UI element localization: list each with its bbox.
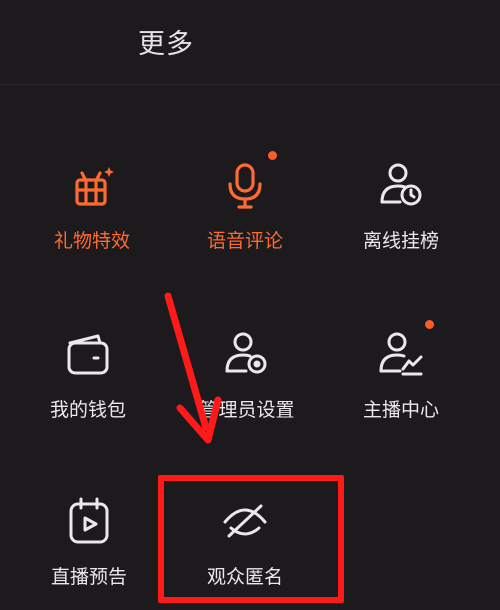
voice-comment-button[interactable]: 语音评论: [170, 151, 320, 278]
user-clock-icon: [373, 158, 429, 214]
user-chart-icon: [373, 327, 429, 383]
voice-comment-label: 语音评论: [206, 230, 283, 252]
wallet-icon: [60, 327, 116, 383]
microphone-icon: [217, 158, 273, 214]
streamer-center-label: 主播中心: [362, 399, 439, 421]
annotation-arrow-icon: [164, 292, 222, 444]
live-preview-button[interactable]: 直播预告: [14, 494, 164, 610]
annotation-highlight-box: [158, 475, 344, 603]
live-preview-label: 直播预告: [50, 566, 127, 588]
calendar-play-icon: [61, 494, 117, 550]
streamer-center-button[interactable]: 主播中心: [326, 320, 476, 447]
my-wallet-button[interactable]: 我的钱包: [13, 327, 163, 447]
voice-comment-badge: [268, 151, 277, 160]
page-title: 更多: [138, 29, 194, 60]
gift-effects-button[interactable]: 礼物特效: [17, 158, 167, 278]
offline-ranking-label: 离线挂榜: [362, 230, 439, 252]
header-divider: [0, 84, 500, 85]
streamer-center-badge: [425, 320, 434, 329]
gift-icon: [64, 158, 120, 214]
more-panel: 更多 礼物特效 语音评论 离线挂榜 我的钱包 管理员设置 主播中心 直播预告 观…: [0, 0, 500, 610]
my-wallet-label: 我的钱包: [49, 399, 126, 421]
offline-ranking-button[interactable]: 离线挂榜: [326, 158, 476, 278]
gift-effects-label: 礼物特效: [53, 230, 130, 252]
